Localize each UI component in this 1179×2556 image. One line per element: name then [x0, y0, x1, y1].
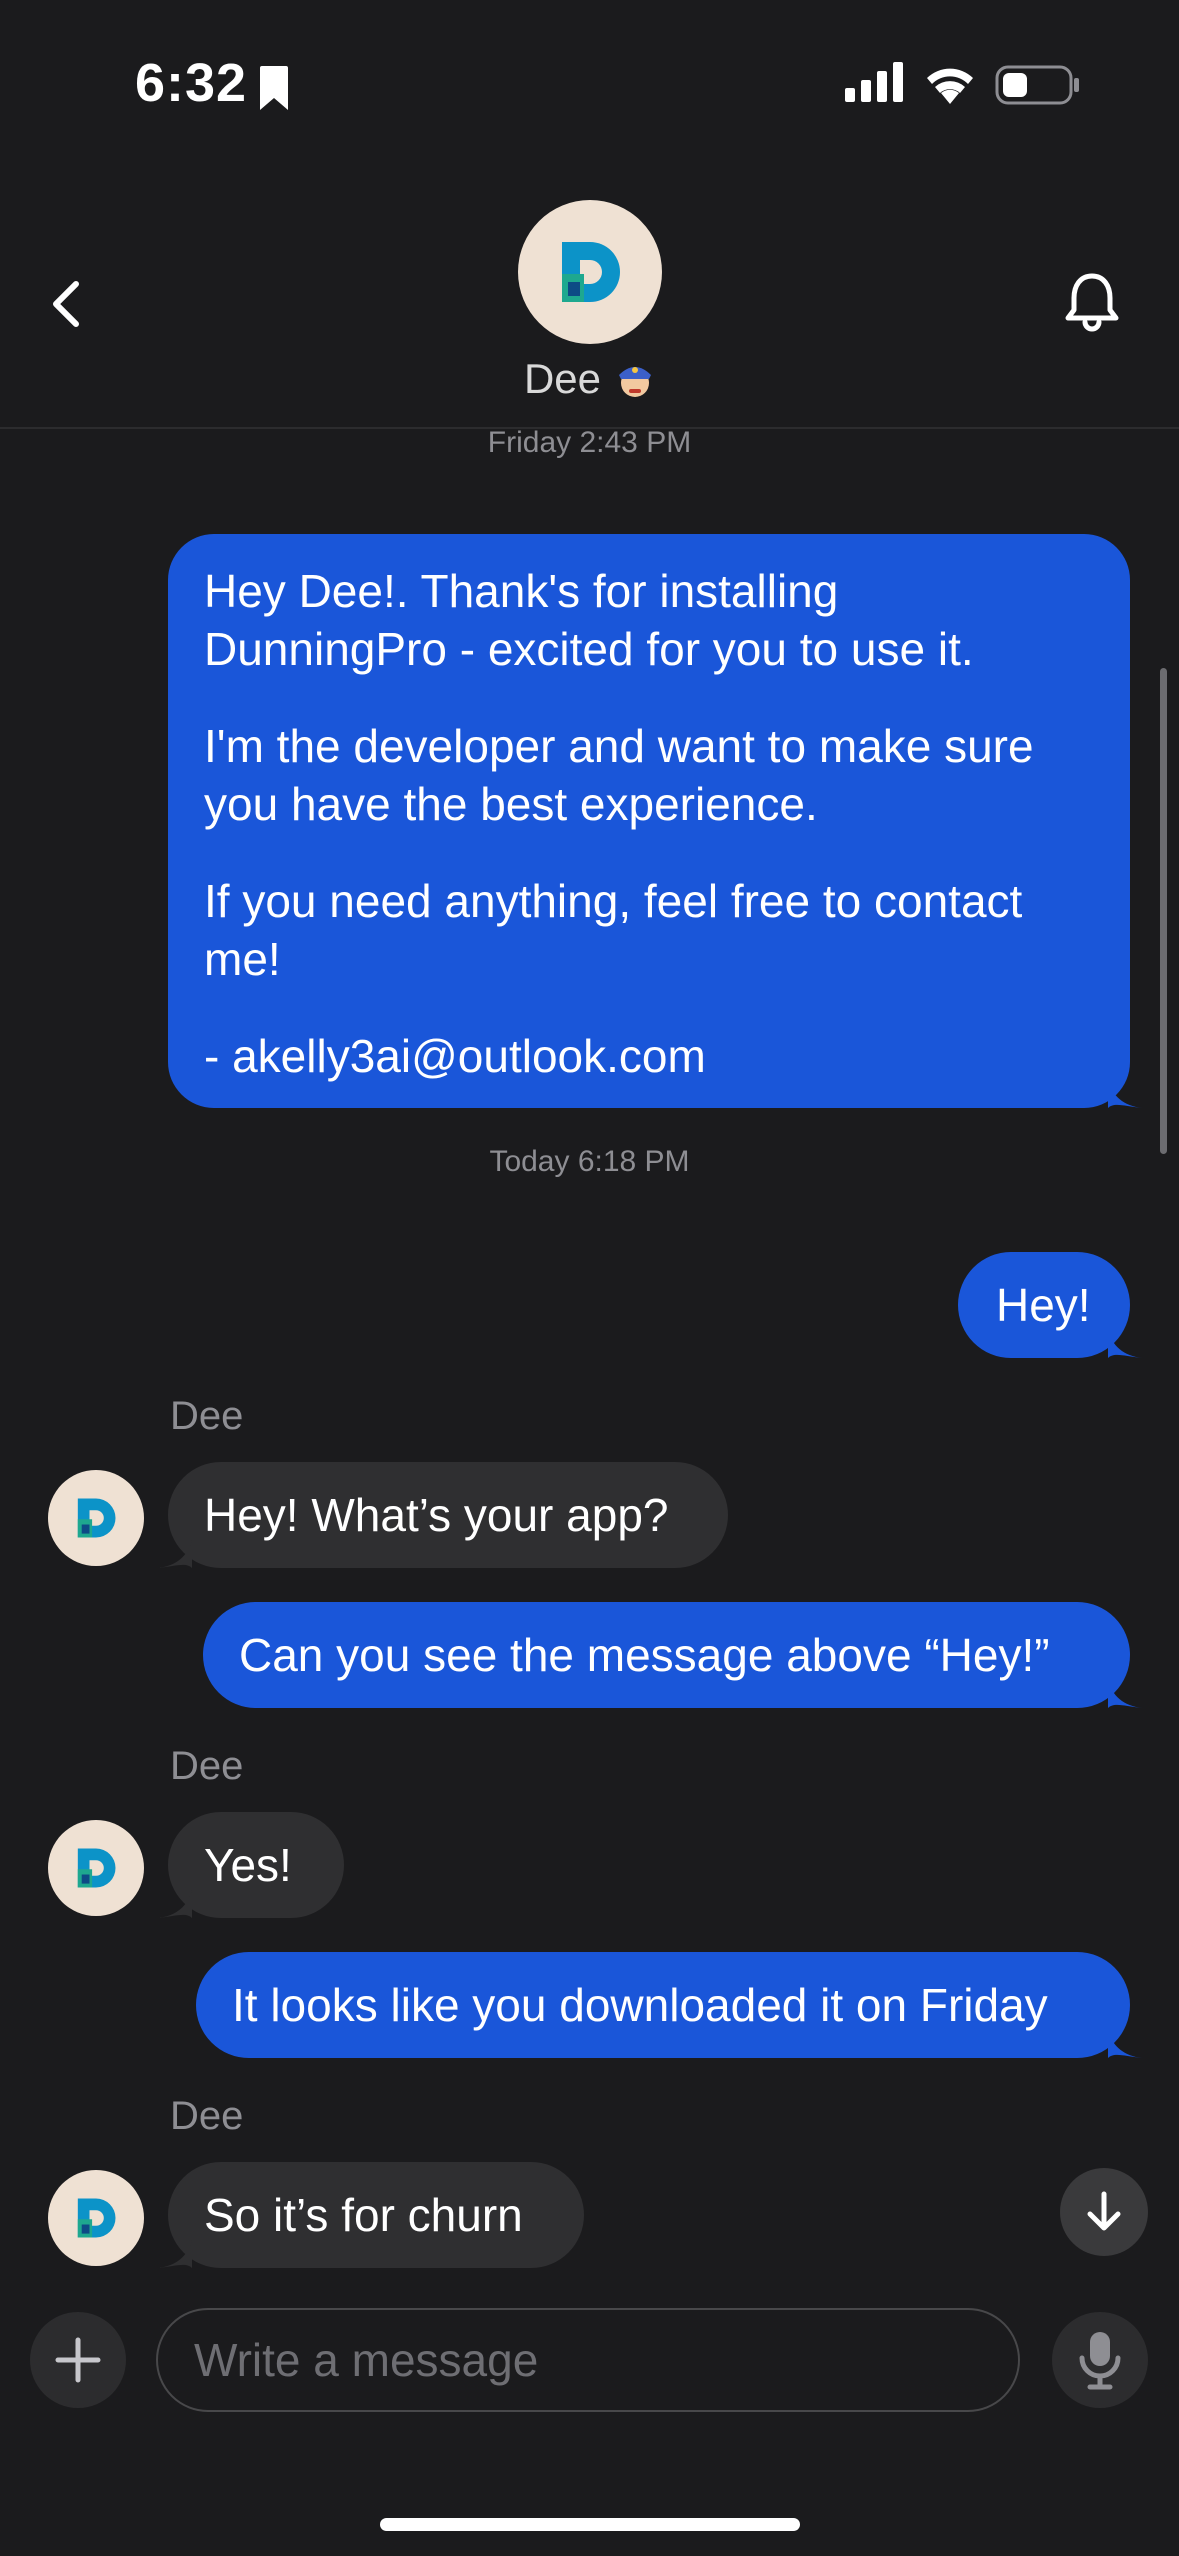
add-attachment-button[interactable]: [30, 2312, 126, 2408]
dunningpro-logo-icon: [77, 1498, 116, 1538]
microphone-icon: [1079, 2332, 1121, 2390]
message-text: Can you see the message above “Hey!”: [239, 1629, 1050, 1681]
outgoing-message-bubble[interactable]: Hey!: [958, 1252, 1130, 1358]
message-text: Hey! What’s your app?: [204, 1489, 669, 1541]
voice-message-button[interactable]: [1052, 2312, 1148, 2408]
message-paragraph: I'm the developer and want to make sure …: [204, 720, 1034, 830]
contact-name: Dee: [523, 355, 602, 402]
message-paragraph: Hey Dee!. Thank's for installing Dunning…: [204, 565, 974, 675]
cellular-signal-icon: [845, 62, 903, 102]
incoming-message-bubble[interactable]: So it’s for churn: [168, 2162, 584, 2268]
bookmark-icon: [260, 66, 288, 110]
sender-name: Dee: [170, 1394, 244, 1438]
dunningpro-logo-icon: [77, 1848, 116, 1888]
message-paragraph: If you need anything, feel free to conta…: [204, 875, 1023, 985]
dunningpro-logo-icon: [77, 2198, 116, 2238]
plus-icon: [55, 2337, 101, 2383]
bubble-tail-icon: [1108, 1080, 1142, 1108]
timestamp-today: Today 6:18 PM: [489, 1145, 690, 1178]
outgoing-message-bubble[interactable]: It looks like you downloaded it on Frida…: [196, 1952, 1130, 2058]
contact-avatar[interactable]: [518, 200, 662, 344]
timestamp-friday: Friday 2:43 PM: [487, 426, 692, 459]
bell-icon[interactable]: [1062, 270, 1122, 334]
bubble-tail-icon: [158, 1540, 192, 1568]
status-time: 6:32: [135, 53, 248, 113]
incoming-message-bubble[interactable]: Hey! What’s your app?: [168, 1462, 728, 1568]
sender-avatar[interactable]: [48, 1470, 144, 1566]
scrollbar[interactable]: [1160, 668, 1167, 1154]
police-officer-emoji-icon: [619, 367, 652, 397]
arrow-down-icon: [1087, 2191, 1121, 2231]
incoming-message-bubble[interactable]: Yes!: [168, 1812, 344, 1918]
sender-name: Dee: [170, 2094, 244, 2138]
outgoing-message-bubble[interactable]: Can you see the message above “Hey!”: [203, 1602, 1130, 1708]
battery-icon: [995, 65, 1079, 105]
bubble-tail-icon: [1108, 1330, 1142, 1358]
message-text: It looks like you downloaded it on Frida…: [232, 1979, 1048, 2031]
scroll-to-bottom-button[interactable]: [1060, 2168, 1148, 2256]
wifi-icon: [927, 68, 973, 104]
sender-avatar[interactable]: [48, 1820, 144, 1916]
sender-name: Dee: [170, 1744, 244, 1788]
home-indicator[interactable]: [380, 2518, 800, 2531]
bubble-tail-icon: [158, 2240, 192, 2268]
message-text: Hey!: [996, 1279, 1091, 1331]
message-input[interactable]: [156, 2308, 1020, 2412]
message-text: Yes!: [204, 1839, 292, 1891]
outgoing-message-bubble[interactable]: Hey Dee!. Thank's for installing Dunning…: [168, 534, 1130, 1108]
contact-name-row[interactable]: Dee: [0, 355, 1179, 403]
bubble-tail-icon: [1108, 1680, 1142, 1708]
bubble-tail-icon: [1108, 2030, 1142, 2058]
message-text: So it’s for churn: [204, 2189, 523, 2241]
message-paragraph: - akelly3ai@outlook.com: [204, 1030, 706, 1082]
bubble-tail-icon: [158, 1890, 192, 1918]
dunningpro-logo-icon: [562, 242, 620, 302]
back-button[interactable]: [48, 280, 84, 328]
sender-avatar[interactable]: [48, 2170, 144, 2266]
